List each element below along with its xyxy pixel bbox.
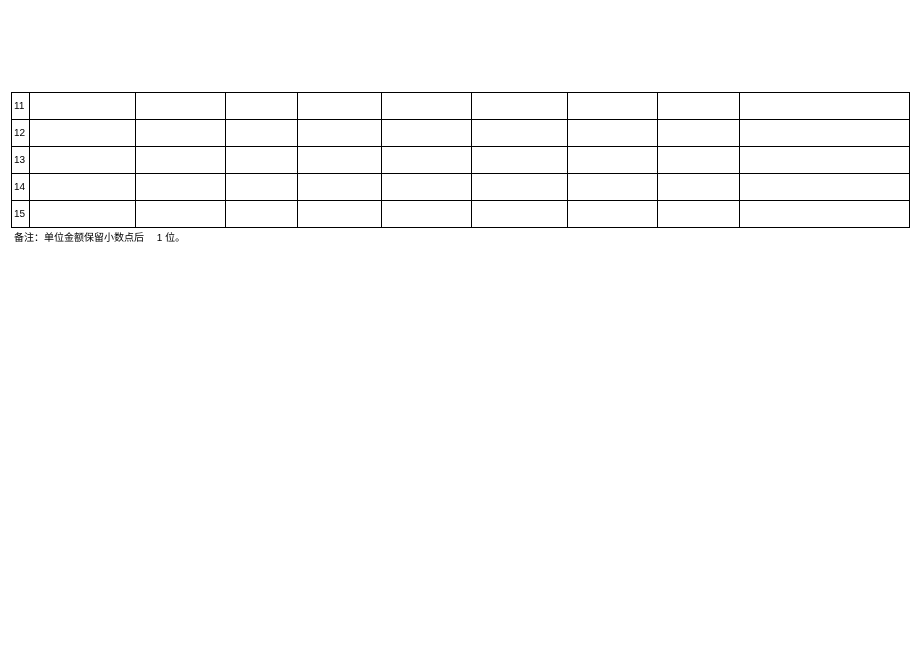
table-cell [382, 120, 472, 147]
table-cell [472, 147, 568, 174]
table-cell [30, 93, 136, 120]
data-table: 11 12 [11, 92, 910, 228]
table-row: 14 [12, 174, 910, 201]
footnote-text-part1: 备注：单位金额保留小数点后 [14, 233, 144, 244]
table-cell [568, 93, 658, 120]
table-cell [472, 174, 568, 201]
table-row: 15 [12, 201, 910, 228]
table-cell [298, 147, 382, 174]
table-cell [472, 201, 568, 228]
row-number: 12 [12, 120, 30, 147]
table-cell [226, 147, 298, 174]
table-cell [568, 174, 658, 201]
table-cell [568, 120, 658, 147]
table-cell [226, 120, 298, 147]
table-cell [658, 174, 740, 201]
table-cell [740, 93, 910, 120]
table-cell [740, 120, 910, 147]
table-cell [740, 147, 910, 174]
table-cell [382, 93, 472, 120]
table-cell [472, 120, 568, 147]
table-cell [382, 147, 472, 174]
footnote: 备注：单位金额保留小数点后 1 位。 [14, 229, 185, 244]
table-cell [568, 201, 658, 228]
table-cell [382, 201, 472, 228]
row-number: 11 [12, 93, 30, 120]
table-cell [658, 93, 740, 120]
table-cell [136, 174, 226, 201]
table-cell [136, 93, 226, 120]
table-cell [30, 147, 136, 174]
table-cell [658, 147, 740, 174]
footnote-text-part2: 1 位。 [157, 233, 185, 244]
table-cell [298, 120, 382, 147]
table-cell [226, 201, 298, 228]
table-cell [740, 201, 910, 228]
table-cell [226, 174, 298, 201]
table-row: 13 [12, 147, 910, 174]
table-cell [658, 120, 740, 147]
table-cell [658, 201, 740, 228]
table-cell [472, 93, 568, 120]
table-cell [382, 174, 472, 201]
table-cell [568, 147, 658, 174]
table-cell [30, 201, 136, 228]
table-row: 11 [12, 93, 910, 120]
table-cell [136, 120, 226, 147]
table-cell [226, 93, 298, 120]
table-cell [30, 174, 136, 201]
table-row: 12 [12, 120, 910, 147]
data-table-container: 11 12 [11, 92, 909, 228]
table-cell [298, 93, 382, 120]
table-cell [298, 201, 382, 228]
table-cell [30, 120, 136, 147]
row-number: 14 [12, 174, 30, 201]
table-cell [298, 174, 382, 201]
table-cell [136, 201, 226, 228]
table-cell [136, 147, 226, 174]
row-number: 13 [12, 147, 30, 174]
row-number: 15 [12, 201, 30, 228]
table-cell [740, 174, 910, 201]
